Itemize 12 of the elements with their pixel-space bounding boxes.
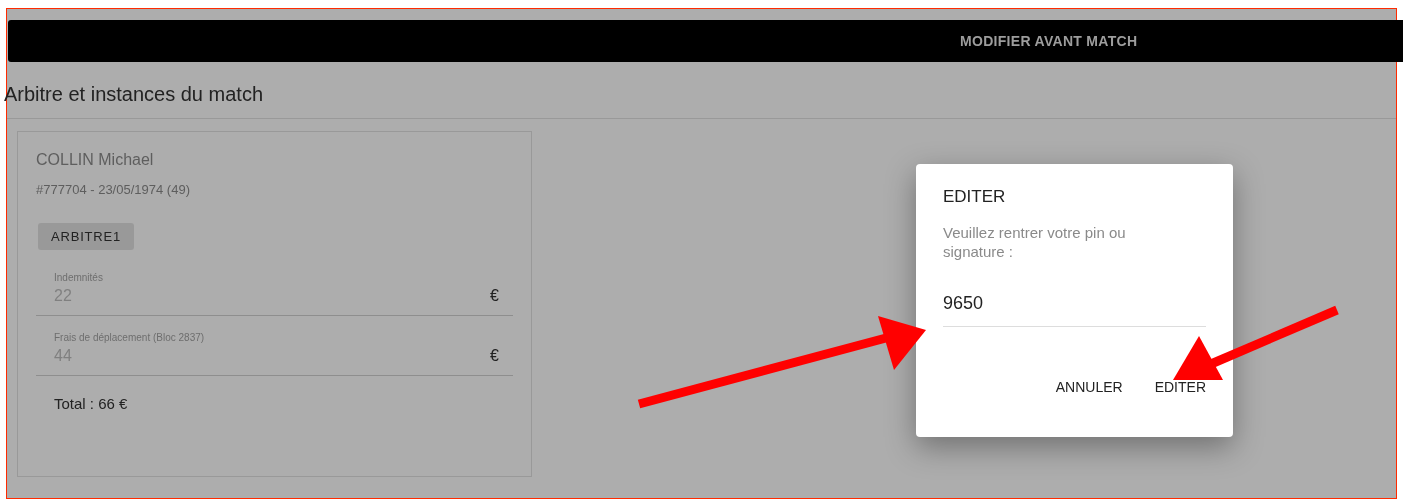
official-details: #777704 - 23/05/1974 (49) (36, 182, 191, 197)
official-name: COLLIN Michael (36, 151, 155, 169)
pin-field[interactable]: 9650 (943, 293, 1206, 327)
field-label: Frais de déplacement (Bloc 2837) (53, 332, 206, 343)
total-text: Total : 66 € (53, 395, 129, 412)
field-label: Indemnités (53, 272, 104, 283)
dialog-title: EDITER (943, 187, 1007, 207)
role-chip: ARBITRE1 (38, 223, 134, 250)
modify-button[interactable]: MODIFIER AVANT MATCH (8, 20, 1403, 62)
cancel-button[interactable]: ANNULER (1055, 379, 1123, 395)
dialog-message: Veuillez rentrer votre pin ou signature : (943, 223, 1127, 261)
edit-button[interactable]: EDITER (1154, 379, 1206, 395)
